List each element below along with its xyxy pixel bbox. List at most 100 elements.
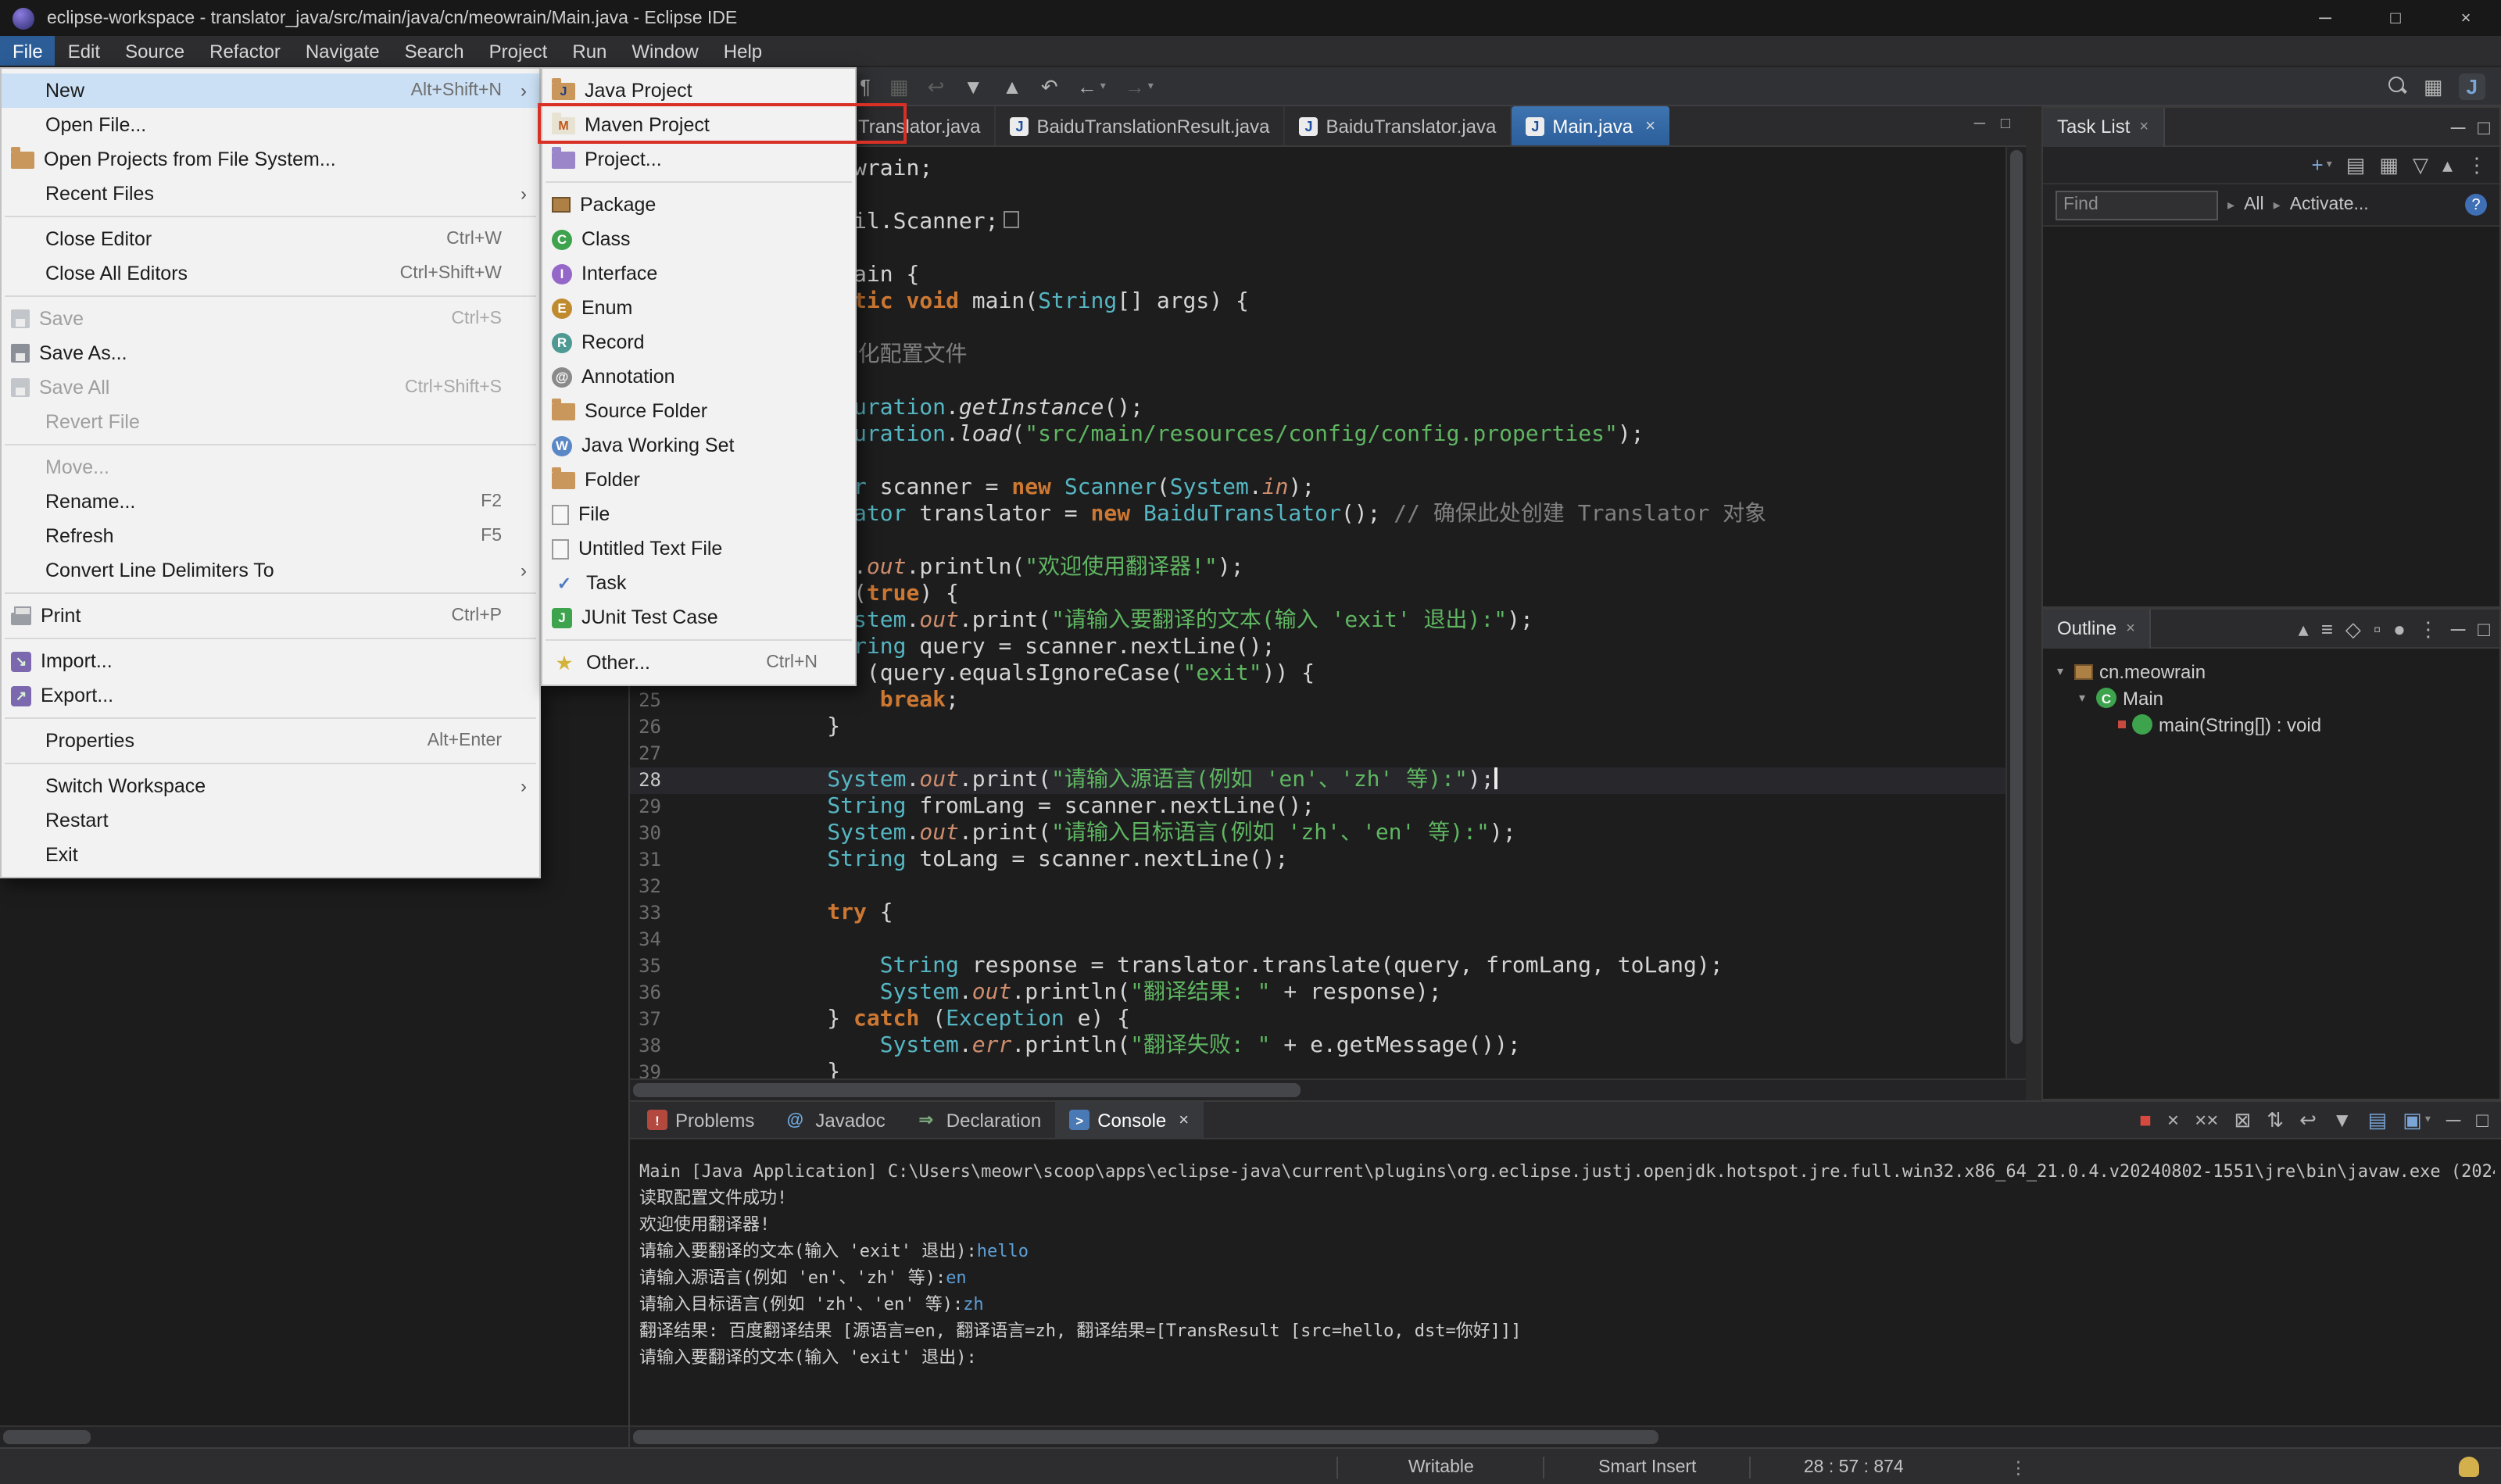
last-edit-location-icon[interactable]: ↶ <box>1041 76 1058 96</box>
display-selected-console-icon[interactable]: ▤ <box>2368 1110 2388 1130</box>
menu-item-class[interactable]: C Class <box>542 222 855 256</box>
console-output[interactable]: Main [Java Application] C:\Users\meowr\s… <box>630 1139 2501 1425</box>
outline-node-cn-meowrain[interactable]: ▾ cn.meowrain <box>2043 658 2499 685</box>
console-hscrollbar[interactable] <box>630 1425 2501 1447</box>
menu-item-recent-files[interactable]: Recent Files › <box>2 177 539 211</box>
code-line[interactable]: 38 System.err.println("翻译失败: " + e.getMe… <box>630 1033 2005 1060</box>
notification-icon[interactable] <box>2459 1457 2479 1477</box>
scroll-lock-icon[interactable]: ⇅ <box>2267 1110 2284 1130</box>
menu-item-task[interactable]: ✓ Task <box>542 566 855 600</box>
menu-item-import[interactable]: ↘ Import... <box>2 644 539 678</box>
menu-item-other[interactable]: ★ Other... Ctrl+N <box>542 645 855 680</box>
menu-item-switch-workspace[interactable]: Switch Workspace › <box>2 769 539 803</box>
show-whitespace-icon[interactable]: ¶ <box>860 76 871 96</box>
word-wrap-icon[interactable]: ↩ <box>928 76 945 96</box>
menubar-source[interactable]: Source <box>113 36 197 66</box>
menu-item-print[interactable]: Print Ctrl+P <box>2 599 539 633</box>
next-annotation-icon[interactable]: ▼ <box>963 76 983 96</box>
editor-hscrollbar[interactable] <box>630 1078 2026 1100</box>
view-tab-console[interactable]: > Console × <box>1055 1101 1204 1139</box>
menubar-run[interactable]: Run <box>560 36 619 66</box>
menu-item-close-editor[interactable]: Close Editor Ctrl+W <box>2 222 539 256</box>
code-line[interactable]: 27 <box>630 741 2005 767</box>
scheduled-view-icon[interactable]: ▦ <box>2379 155 2399 175</box>
menubar-window[interactable]: Window <box>619 36 710 66</box>
find-input[interactable] <box>2056 190 2218 220</box>
maximize-view-icon[interactable]: □ <box>2478 618 2490 638</box>
previous-annotation-icon[interactable]: ▲ <box>1002 76 1022 96</box>
menubar-edit[interactable]: Edit <box>55 36 113 66</box>
code-line[interactable]: 29 String fromLang = scanner.nextLine(); <box>630 794 2005 821</box>
scope-all-button[interactable]: All <box>2244 195 2264 214</box>
close-task-list-icon[interactable]: × <box>2139 118 2149 135</box>
open-perspective-icon[interactable]: ▦ <box>2424 76 2443 96</box>
activate-button[interactable]: Activate... <box>2290 195 2369 214</box>
menubar-file[interactable]: File <box>0 36 55 66</box>
menu-item-project[interactable]: Project... <box>542 142 855 177</box>
menu-item-restart[interactable]: Restart <box>2 803 539 838</box>
task-list-content[interactable] <box>2043 227 2499 606</box>
hide-non-public-icon[interactable]: ● <box>2393 618 2406 638</box>
word-wrap-icon[interactable]: ↩ <box>2299 1110 2317 1130</box>
cursor-position-status[interactable]: 28 : 57 : 874 <box>1749 1456 1956 1478</box>
hide-static-members-icon[interactable]: ▫ <box>2374 618 2381 638</box>
categorized-icon[interactable]: ▤ <box>2346 155 2366 175</box>
scrollbar-thumb[interactable] <box>633 1430 1659 1444</box>
help-icon[interactable]: ? <box>2465 194 2487 216</box>
menu-item-export[interactable]: ↗ Export... <box>2 678 539 713</box>
view-tab-javadoc[interactable]: @ Javadoc <box>768 1101 899 1139</box>
menu-item-untitled-text-file[interactable]: Untitled Text File <box>542 531 855 566</box>
editor-right-sash[interactable] <box>2026 106 2041 1100</box>
code-line[interactable]: 33 try { <box>630 900 2005 927</box>
scrollbar-thumb[interactable] <box>633 1083 1301 1097</box>
code-line[interactable]: 31 String toLang = scanner.nextLine(); <box>630 847 2005 874</box>
sort-icon[interactable]: ≡ <box>2321 618 2333 638</box>
scrollbar-thumb[interactable] <box>3 1430 91 1444</box>
editor-vscrollbar[interactable] <box>2005 147 2026 1078</box>
menu-item-close-all-editors[interactable]: Close All Editors Ctrl+Shift+W <box>2 256 539 291</box>
menu-item-open-projects-from-file-system[interactable]: Open Projects from File System... <box>2 142 539 177</box>
menu-item-junit-test-case[interactable]: J JUnit Test Case <box>542 600 855 635</box>
menu-item-file[interactable]: File <box>542 497 855 531</box>
maximize-editor-icon[interactable]: □ <box>2001 116 2010 133</box>
outline-node-main[interactable]: ▾ C Main <box>2043 685 2499 711</box>
menu-item-java-project[interactable]: J Java Project <box>542 73 855 108</box>
minimize-window-button[interactable]: ─ <box>2290 0 2360 36</box>
editor-tab-baidutranslationresult-java[interactable]: J BaiduTranslationResult.java <box>996 106 1286 145</box>
code-line[interactable]: 26 } <box>630 714 2005 741</box>
menu-item-refresh[interactable]: Refresh F5 <box>2 519 539 553</box>
new-task-icon[interactable]: + ▾ <box>2312 155 2332 175</box>
terminate-icon[interactable]: ■ <box>2139 1110 2152 1130</box>
close-console-tab-icon[interactable]: × <box>1179 1110 1189 1129</box>
minimize-view-icon[interactable]: ─ <box>2451 618 2465 638</box>
search-icon[interactable] <box>2388 77 2408 95</box>
menu-item-java-working-set[interactable]: W Java Working Set <box>542 428 855 463</box>
editor-tab-baidutranslator-java[interactable]: J BaiduTranslator.java <box>1285 106 1512 145</box>
maximize-window-button[interactable]: □ <box>2360 0 2431 36</box>
menu-item-convert-line-delimiters-to[interactable]: Convert Line Delimiters To › <box>2 553 539 588</box>
close-outline-icon[interactable]: × <box>2126 620 2135 637</box>
forward-icon[interactable]: → ▾ <box>1125 76 1154 96</box>
menu-item-rename[interactable]: Rename... F2 <box>2 485 539 519</box>
statusbar-overflow-icon[interactable]: ⋮ <box>1956 1456 2066 1478</box>
scrollbar-thumb[interactable] <box>2010 150 2023 1045</box>
menu-item-record[interactable]: R Record <box>542 325 855 359</box>
remove-all-terminated-icon[interactable]: ×× <box>2195 1110 2218 1130</box>
code-line[interactable]: 25 break; <box>630 688 2005 714</box>
code-line[interactable]: 30 System.out.print("请输入目标语言(例如 'zh'、'en… <box>630 821 2005 847</box>
code-line[interactable]: 32 <box>630 874 2005 900</box>
collapse-all-icon[interactable]: ▴ <box>2442 155 2453 175</box>
menu-item-annotation[interactable]: @ Annotation <box>542 359 855 394</box>
collapse-all-icon[interactable]: ▴ <box>2299 618 2309 638</box>
minimize-view-icon[interactable]: ─ <box>2446 1110 2460 1130</box>
menu-item-new[interactable]: New Alt+Shift+N › <box>2 73 539 108</box>
java-perspective-icon[interactable]: J <box>2458 73 2485 99</box>
menu-item-interface[interactable]: I Interface <box>542 256 855 291</box>
block-selection-icon[interactable]: ▦ <box>889 76 909 96</box>
code-line[interactable]: 39 } <box>630 1060 2005 1078</box>
view-tab-problems[interactable]: ! Problems <box>633 1101 768 1139</box>
menubar-navigate[interactable]: Navigate <box>293 36 392 66</box>
code-line[interactable]: 34 <box>630 927 2005 953</box>
menu-item-enum[interactable]: E Enum <box>542 291 855 325</box>
menu-item-folder[interactable]: Folder <box>542 463 855 497</box>
